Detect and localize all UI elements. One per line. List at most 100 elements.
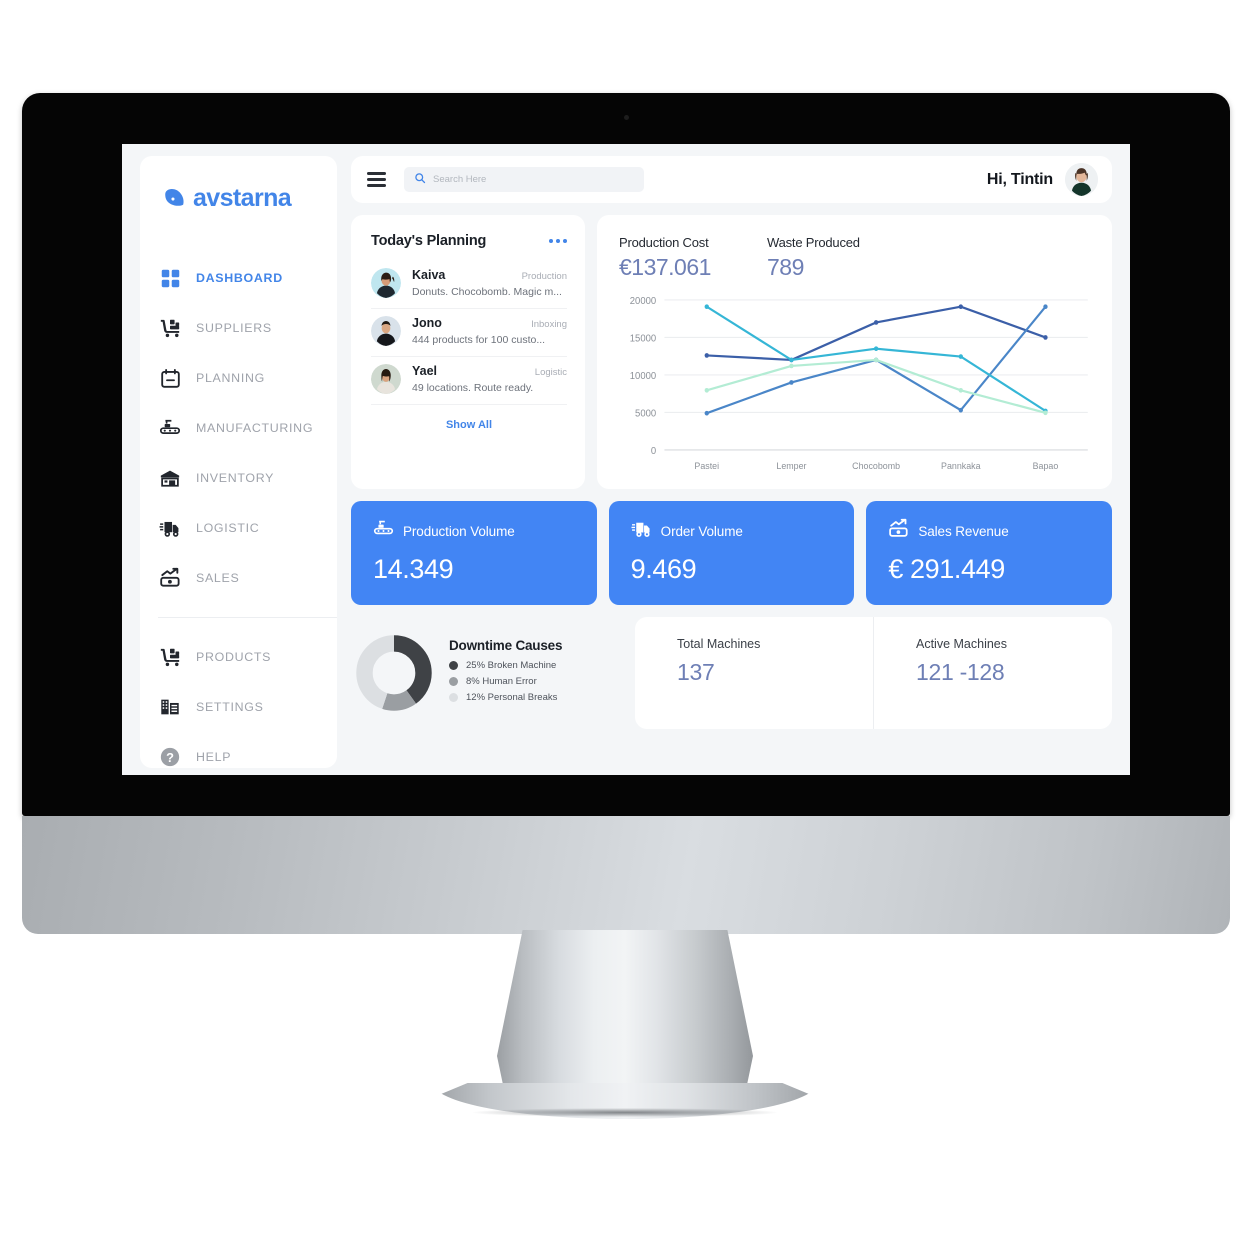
building-icon [158, 695, 182, 719]
show-all-link[interactable]: Show All [371, 419, 567, 431]
stat-card-value: 14.349 [373, 554, 454, 584]
stat-value: 137 [677, 659, 715, 685]
line-chart-svg: 0 5000 10000 15000 20000 Pastei Lemper Chocobom… [630, 296, 1088, 471]
legend-swatch [449, 661, 458, 670]
chart-data-point [1043, 410, 1048, 416]
kpi-production-cost: Production Cost €137.061 [619, 235, 767, 281]
stat-card-sales-revenue[interactable]: Sales Revenue € 291.449 [866, 501, 1113, 605]
pallet-truck-icon [158, 316, 182, 340]
y-axis-tick-label: 5000 [635, 408, 657, 419]
stat-card-label: Order Volume [660, 523, 743, 539]
sidebar-item-planning[interactable]: PLANNING [158, 353, 337, 403]
row-planning-chart: Today's Planning Kaiva Production Donuts… [351, 215, 1112, 489]
legend-item: 25% Broken Machine [449, 660, 562, 671]
pallet-truck-icon [158, 645, 182, 669]
ellipsis-icon[interactable] [548, 238, 567, 244]
sidebar-item-manufacturing[interactable]: MANUFACTURING [158, 403, 337, 453]
sidebar-item-suppliers[interactable]: SUPPLIERS [158, 303, 337, 353]
legend-swatch [449, 693, 458, 702]
money-chart-icon [888, 518, 909, 544]
kpi-waste-produced: Waste Produced 789 [767, 235, 860, 281]
conveyor-icon [373, 518, 394, 544]
legend-swatch [449, 677, 458, 686]
avatar [371, 268, 401, 298]
topbar: Search Here Hi, Tintin [351, 156, 1112, 203]
list-item[interactable]: Jono Inboxing 444 products for 100 custo… [371, 309, 567, 357]
question-circle-icon: ? [158, 745, 182, 769]
avatar [371, 364, 401, 394]
machines-card: Total Machines 137 Active Machines 121 -… [635, 617, 1112, 729]
legend-label: 12% Personal Breaks [466, 692, 558, 703]
delivery-truck-icon [158, 516, 182, 540]
grid-icon [158, 266, 182, 290]
avatar[interactable] [1065, 163, 1098, 196]
sidebar-item-dashboard[interactable]: DASHBOARD [158, 253, 337, 303]
stat-card-label: Sales Revenue [918, 523, 1009, 539]
row-downtime-machines: Downtime Causes 25% Broken Machine 8% Hu… [351, 617, 1112, 729]
brand-logo[interactable]: avstarna [140, 184, 337, 213]
list-item[interactable]: Kaiva Production Donuts. Chocobomb. Magi… [371, 261, 567, 309]
monitor-chin [22, 816, 1230, 934]
list-item[interactable]: Yael Logistic 49 locations. Route ready. [371, 357, 567, 405]
kpi-value: €137.061 [619, 254, 711, 280]
warehouse-icon [158, 466, 182, 490]
stat-card-production-volume[interactable]: Production Volume 14.349 [351, 501, 597, 605]
x-axis-tick-label: Pannkaka [941, 461, 981, 471]
chart-data-point [789, 380, 794, 385]
monitor-stand-neck [497, 930, 753, 1105]
person-desc: Donuts. Chocobomb. Magic m... [412, 286, 562, 298]
primary-nav: DASHBOARD SUPPLIERS PLANNING MANUFACTURI… [140, 253, 337, 775]
greeting-text: Hi, Tintin [986, 170, 1053, 188]
stat-card-order-volume[interactable]: Order Volume 9.469 [608, 501, 855, 605]
monitor-base-shadow [473, 1108, 777, 1117]
dashboard-screen: avstarna DASHBOARD SUPPLIERS PLANNING MA… [122, 144, 1130, 775]
sidebar-item-inventory[interactable]: INVENTORY [158, 453, 337, 503]
search-placeholder: Search Here [433, 174, 487, 185]
y-axis-tick-label: 15000 [630, 333, 657, 344]
y-axis-tick-label: 10000 [630, 371, 657, 382]
chart-data-point [873, 357, 879, 363]
svg-text:?: ? [166, 750, 174, 765]
sidebar-item-products[interactable]: PRODUCTS [158, 632, 337, 682]
sidebar-item-label: DASHBOARD [196, 271, 283, 285]
money-chart-icon [158, 566, 182, 590]
legend-label: 25% Broken Machine [466, 660, 557, 671]
x-axis-tick-label: Chocobomb [852, 461, 900, 471]
sidebar-item-label: PLANNING [196, 371, 265, 385]
line-chart: 0 5000 10000 15000 20000 Pastei Lemper Chocobom… [619, 291, 1094, 479]
kpi-value: 789 [767, 254, 804, 280]
legend-label: 8% Human Error [466, 676, 537, 687]
downtime-causes-card: Downtime Causes 25% Broken Machine 8% Hu… [351, 617, 623, 729]
sidebar: avstarna DASHBOARD SUPPLIERS PLANNING MA… [140, 156, 337, 768]
search-input[interactable]: Search Here [404, 167, 644, 192]
sidebar-item-sales[interactable]: SALES [158, 553, 337, 603]
planning-title: Today's Planning [371, 233, 487, 249]
sidebar-item-label: LOGISTIC [196, 521, 260, 535]
stat-label: Active Machines [916, 637, 1008, 651]
avatar [371, 316, 401, 346]
person-name: Kaiva [412, 268, 446, 282]
stat-label: Total Machines [677, 637, 761, 651]
kpi-label: Waste Produced [767, 235, 860, 250]
chart-data-point [789, 363, 794, 369]
stat-card-label: Production Volume [403, 523, 515, 539]
sidebar-item-logistic[interactable]: LOGISTIC [158, 503, 337, 553]
person-role: Logistic [534, 367, 567, 378]
kpi-label: Production Cost [619, 235, 709, 250]
legend-item: 8% Human Error [449, 676, 562, 687]
chart-data-point [873, 346, 879, 352]
conveyor-icon [158, 416, 182, 440]
hamburger-icon[interactable] [367, 172, 386, 187]
person-role: Production [521, 271, 567, 282]
main-content: Search Here Hi, Tintin Today's Planning … [337, 144, 1130, 775]
webcam-icon [623, 115, 629, 120]
chart-data-point [704, 387, 709, 393]
sidebar-item-label: SUPPLIERS [196, 321, 272, 335]
avstarna-bird-icon [162, 186, 188, 212]
list-item-body: Jono Inboxing 444 products for 100 custo… [412, 316, 567, 348]
sidebar-item-label: SETTINGS [196, 700, 264, 714]
sidebar-item-settings[interactable]: SETTINGS [158, 682, 337, 732]
y-axis-tick-label: 20000 [630, 296, 657, 307]
sidebar-item-help[interactable]: ? HELP [158, 732, 337, 775]
chart-data-point [789, 357, 794, 363]
